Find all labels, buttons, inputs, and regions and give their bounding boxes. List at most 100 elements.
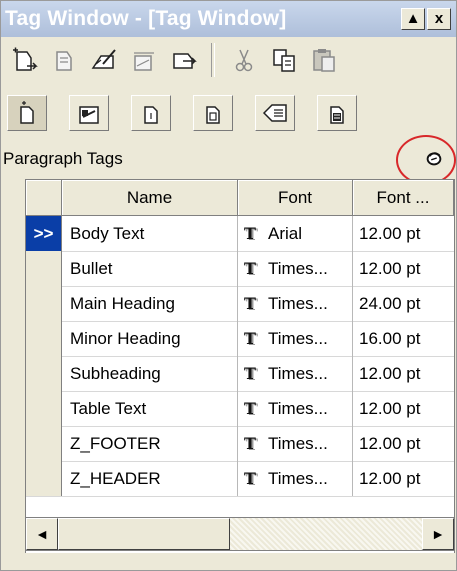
close-button[interactable]: x [427,8,451,30]
table-row[interactable]: Minor Heading T Times... 16.00 pt [26,321,454,357]
edit-tag-icon [91,49,116,69]
font-name: Arial [268,224,303,243]
tag-name-cell[interactable]: Minor Heading [62,321,238,356]
table-row[interactable]: Z_HEADER T Times... 12.00 pt [26,461,454,497]
font-name: Times... [268,399,328,418]
font-name: Times... [268,259,328,278]
paragraph-tags-tab[interactable] [7,95,47,131]
tag-name-cell[interactable]: Body Text [62,216,238,251]
tag-name-cell[interactable]: Z_HEADER [62,461,238,496]
new-tag-button[interactable] [5,43,43,77]
font-cell[interactable]: T Times... [238,251,353,286]
font-size-cell[interactable]: 12.00 pt [353,356,454,391]
paragraph-tags-grid[interactable]: Name Font Font ... >> Body Text T Arial 12.0… [25,179,455,557]
modify-tag-button[interactable] [45,43,83,77]
section-tags-tab[interactable] [131,95,171,131]
truetype-font-icon: T [244,224,256,243]
column-header-font[interactable]: Font [238,180,353,215]
table-tags-tab[interactable] [193,95,233,131]
spot-edit-button[interactable] [421,145,447,171]
paragraph-tag-icon [20,101,34,124]
scroll-left-button[interactable]: ◄ [26,518,58,550]
main-toolbar [5,41,450,81]
font-name: Times... [268,329,328,348]
font-cell[interactable]: T Times... [238,426,353,461]
truetype-font-icon: T [244,434,256,453]
copy-icon [273,49,295,72]
row-selector[interactable]: >> [26,216,62,251]
font-name: Times... [268,434,328,453]
tag-name-cell[interactable]: Main Heading [62,286,238,321]
page-tags-tab[interactable] [317,95,357,131]
column-header-name[interactable]: Name [62,180,238,215]
row-selector[interactable] [26,426,62,461]
font-cell[interactable]: T Times... [238,356,353,391]
tag-name-cell[interactable]: Subheading [62,356,238,391]
truetype-font-icon: T [244,364,256,383]
table-row[interactable]: Subheading T Times... 12.00 pt [26,356,454,392]
new-tag-icon [13,47,38,71]
modify-tag-icon [56,51,72,71]
scroll-thumb[interactable] [58,518,230,550]
field-tags-tab[interactable] [255,95,295,131]
row-selector[interactable] [26,286,62,321]
row-selector[interactable] [26,461,62,496]
font-cell[interactable]: T Arial [238,216,353,251]
tag-name-cell[interactable]: Bullet [62,251,238,286]
tag-type-toolbar [5,93,450,133]
table-row[interactable]: Table Text T Times... 12.00 pt [26,391,454,427]
table-row[interactable]: Main Heading T Times... 24.00 pt [26,286,454,322]
toolbar-separator [211,43,215,77]
font-size-cell[interactable]: 24.00 pt [353,286,454,321]
edit-tag-button[interactable] [85,43,123,77]
font-name: Times... [268,469,328,488]
cut-button[interactable] [225,43,263,77]
font-cell[interactable]: T Times... [238,321,353,356]
table-tag-icon [206,106,220,124]
font-size-cell[interactable]: 12.00 pt [353,251,454,286]
font-name: Times... [268,294,328,313]
spot-icon [426,152,442,166]
title-bar[interactable]: Tag Window - [Tag Window] ▲ x [1,1,456,37]
status-bar [1,553,456,570]
apply-tag-icon [173,53,197,69]
truetype-font-icon: T [244,399,256,418]
truetype-font-icon: T [244,294,256,313]
column-header-font-size[interactable]: Font ... [353,180,454,215]
character-tags-tab[interactable] [69,95,109,131]
font-size-cell[interactable]: 12.00 pt [353,461,454,496]
table-row[interactable]: Bullet T Times... 12.00 pt [26,251,454,287]
field-tag-icon [262,104,287,122]
apply-tag-button[interactable] [165,43,203,77]
table-row[interactable]: Z_FOOTER T Times... 12.00 pt [26,426,454,462]
grid-header: Name Font Font ... [26,180,454,216]
truetype-font-icon: T [244,259,256,278]
font-cell[interactable]: T Times... [238,391,353,426]
truetype-font-icon: T [244,469,256,488]
font-size-cell[interactable]: 12.00 pt [353,216,454,251]
row-header-corner [26,180,62,215]
truetype-font-icon: T [244,329,256,348]
minimize-button[interactable]: ▲ [401,8,425,30]
row-selector[interactable] [26,391,62,426]
tag-name-cell[interactable]: Z_FOOTER [62,426,238,461]
paste-icon [313,49,335,72]
font-name: Times... [268,364,328,383]
font-cell[interactable]: T Times... [238,286,353,321]
tag-window: Tag Window - [Tag Window] ▲ x Paragraph … [0,0,457,571]
horizontal-scrollbar[interactable]: ◄ ► [25,517,455,551]
xyz-tag-button[interactable] [125,43,163,77]
font-cell[interactable]: T Times... [238,461,353,496]
copy-button[interactable] [265,43,303,77]
window-title: Tag Window - [Tag Window] [5,7,287,30]
scroll-right-button[interactable]: ► [422,518,454,550]
font-size-cell[interactable]: 12.00 pt [353,391,454,426]
row-selector[interactable] [26,251,62,286]
font-size-cell[interactable]: 16.00 pt [353,321,454,356]
row-selector[interactable] [26,356,62,391]
font-size-cell[interactable]: 12.00 pt [353,426,454,461]
tag-name-cell[interactable]: Table Text [62,391,238,426]
table-row[interactable]: >> Body Text T Arial 12.00 pt [26,216,454,252]
row-selector[interactable] [26,321,62,356]
paste-button[interactable] [305,43,343,77]
